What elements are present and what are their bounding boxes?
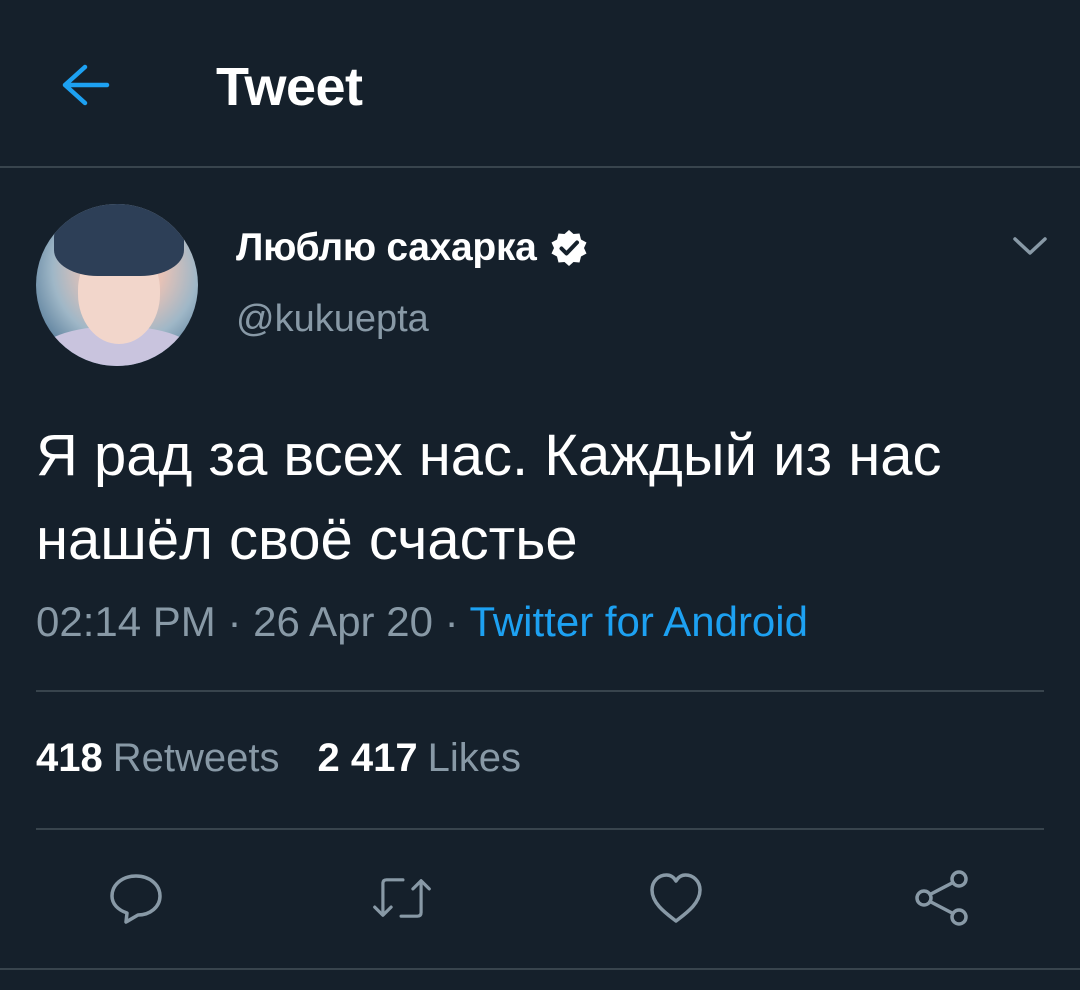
share-button[interactable]: [912, 868, 972, 928]
retweets-count: 418: [36, 736, 103, 780]
user-display-name[interactable]: Люблю сахарка: [236, 226, 589, 270]
back-button[interactable]: [50, 55, 120, 115]
likes-label: Likes: [427, 736, 521, 780]
like-icon: [650, 873, 702, 923]
top-bar: Tweet: [0, 0, 1080, 168]
like-button[interactable]: [646, 868, 706, 928]
share-icon: [915, 870, 968, 926]
reply-icon: [110, 874, 162, 924]
retweet-button[interactable]: [372, 868, 432, 928]
display-name-text: Люблю сахарка: [236, 226, 537, 269]
more-options-button[interactable]: [1008, 226, 1052, 266]
retweets-label: Retweets: [112, 736, 280, 780]
tweet-stats: 418 Retweets 2 417 Likes: [36, 736, 521, 781]
tweet-date: 26 Apr 20: [253, 598, 433, 645]
retweets-stat[interactable]: 418 Retweets: [36, 736, 280, 781]
meta-separator: ·: [215, 598, 254, 645]
chevron-down-icon: [1013, 237, 1047, 255]
retweet-icon: [373, 878, 431, 918]
divider: [36, 828, 1044, 830]
bottom-divider: [0, 968, 1080, 970]
page-title: Tweet: [216, 57, 363, 117]
avatar-hair: [54, 204, 184, 276]
likes-stat[interactable]: 2 417 Likes: [318, 736, 522, 781]
divider: [36, 690, 1044, 692]
user-handle[interactable]: @kukuepta: [236, 298, 429, 341]
meta-separator: ·: [432, 598, 470, 645]
verified-badge-icon: [549, 228, 589, 268]
reply-button[interactable]: [106, 868, 166, 928]
tweet-time: 02:14 PM: [36, 598, 216, 645]
tweet-text: Я рад за всех нас. Каждый из нас нашёл с…: [36, 423, 942, 572]
tweet-meta: 02:14 PM · 26 Apr 20 · Twitter for Andro…: [36, 598, 808, 646]
back-arrow-icon: [62, 64, 110, 106]
tweet-source-link[interactable]: Twitter for Android: [470, 598, 808, 645]
likes-count: 2 417: [317, 736, 418, 780]
avatar[interactable]: [36, 204, 198, 366]
